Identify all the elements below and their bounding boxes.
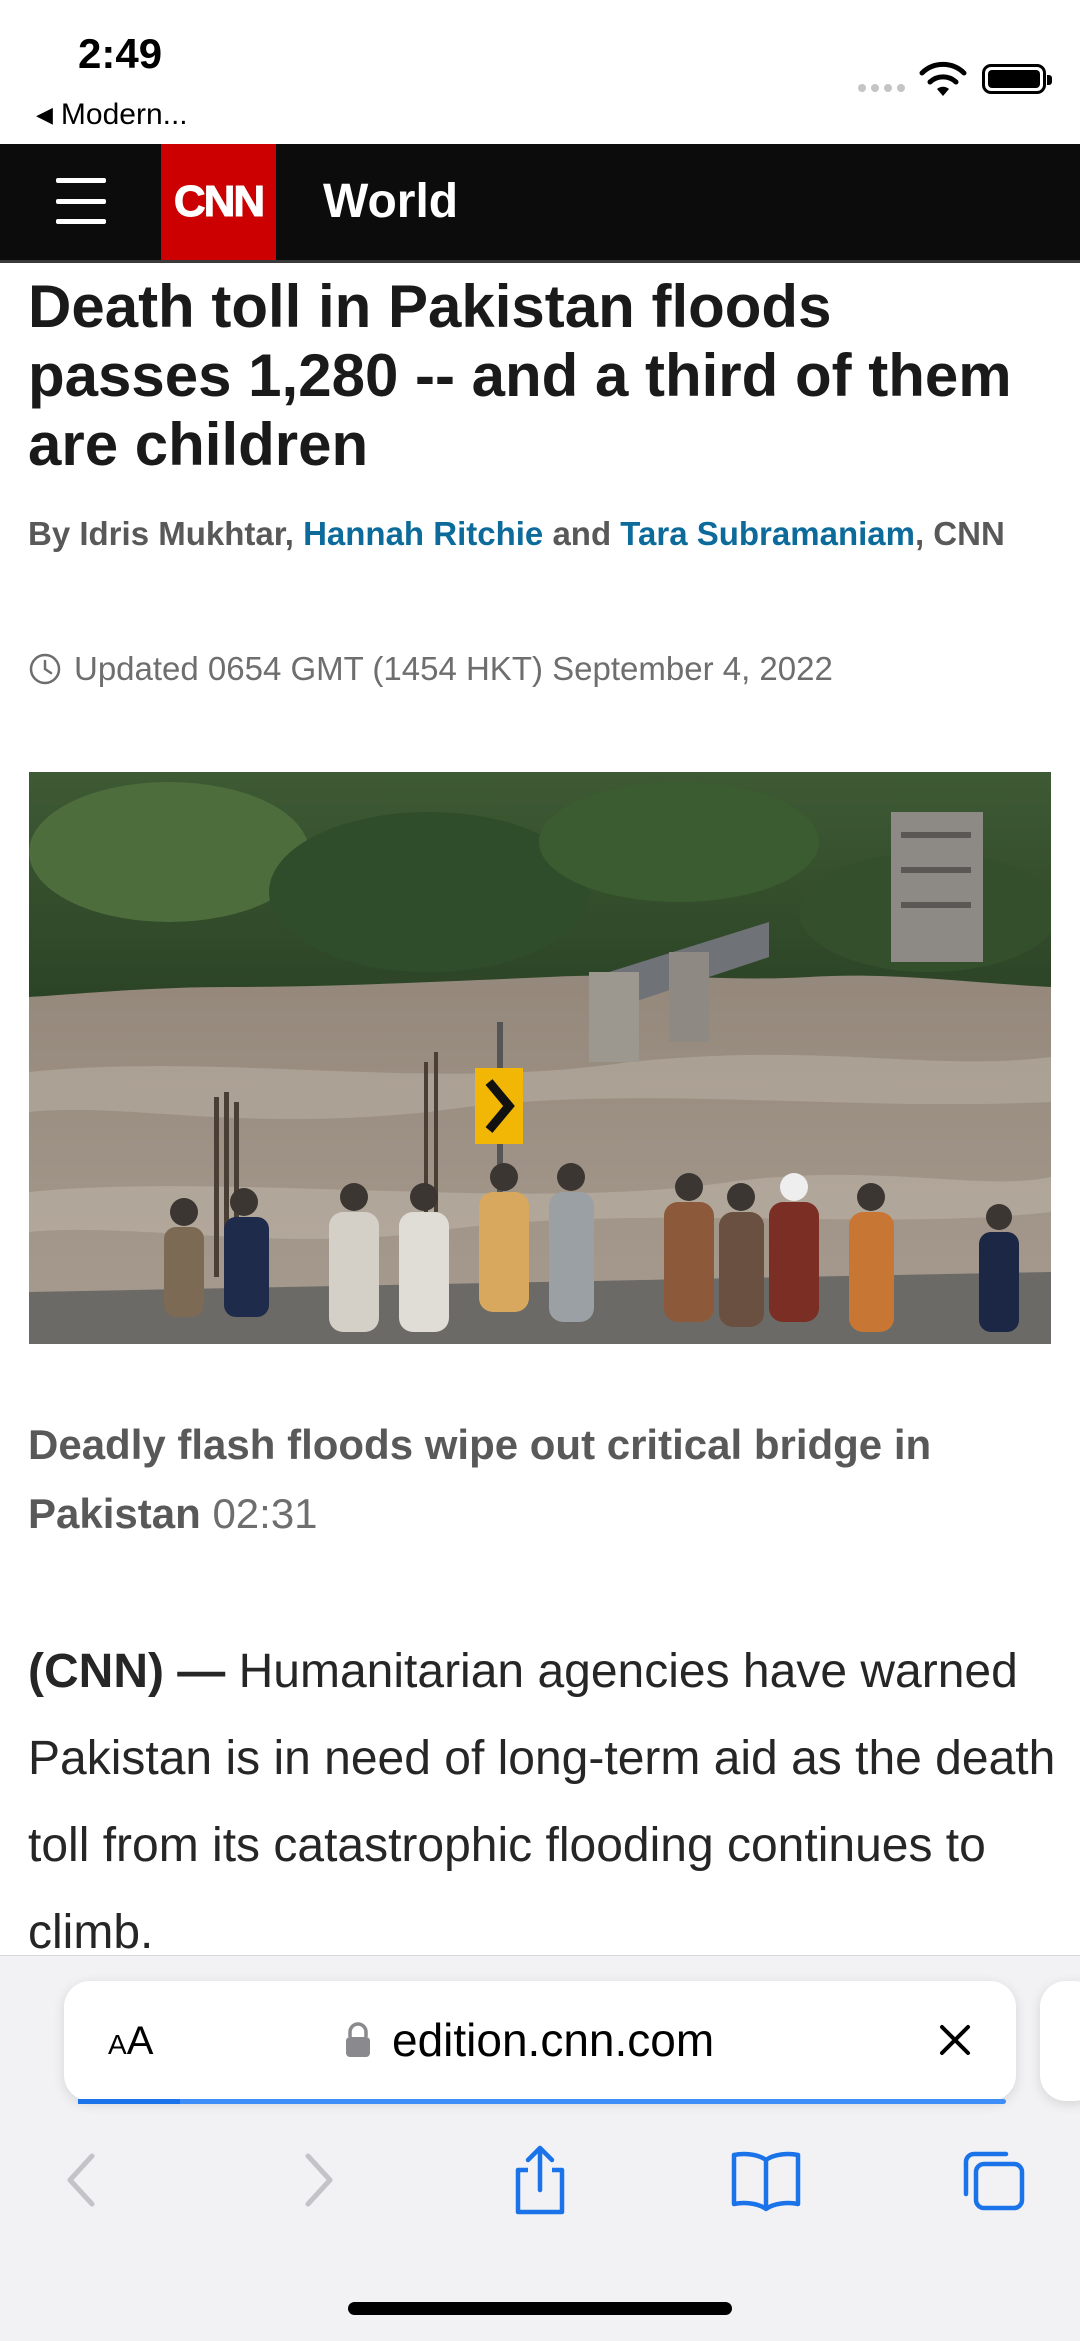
cellular-signal-icon	[858, 84, 905, 92]
author-link-hannah-ritchie[interactable]: Hannah Ritchie	[303, 515, 543, 552]
article-headline: Death toll in Pakistan floods passes 1,2…	[28, 273, 1012, 478]
author-link-tara-subramaniam[interactable]: Tara Subramaniam	[620, 515, 915, 552]
back-to-app-link[interactable]: ◀ Modern...	[36, 98, 188, 132]
article-body-paragraph: (CNN) — Humanitarian agencies have warne…	[28, 1628, 1058, 1976]
share-icon[interactable]	[500, 2140, 580, 2220]
menu-icon[interactable]	[56, 178, 106, 224]
video-duration: 02:31	[212, 1490, 318, 1537]
next-tab-preview[interactable]	[1040, 1981, 1080, 2101]
byline: By Idris Mukhtar, Hannah Ritchie and Tar…	[28, 508, 1048, 560]
status-bar: 2:49 ◀ Modern...	[0, 0, 1080, 144]
video-caption-title: Deadly flash floods wipe out critical br…	[28, 1421, 932, 1537]
flood-scene-image	[29, 772, 1051, 1344]
section-title[interactable]: World	[323, 174, 458, 229]
page-load-progress-fill	[78, 2099, 181, 2104]
video-caption[interactable]: Deadly flash floods wipe out critical br…	[28, 1410, 1048, 1548]
address-bar[interactable]: AA edition.cnn.com	[64, 1981, 1016, 2101]
tabs-icon[interactable]	[954, 2140, 1034, 2220]
clock-icon	[29, 653, 61, 685]
close-icon[interactable]	[930, 2015, 980, 2065]
url-text[interactable]: edition.cnn.com	[392, 2013, 714, 2067]
forward-icon[interactable]	[276, 2140, 356, 2220]
site-header: CNN World	[0, 144, 1080, 263]
cnn-logo[interactable]: CNN	[161, 144, 276, 260]
bookmarks-icon[interactable]	[726, 2140, 806, 2220]
updated-timestamp: Updated 0654 GMT (1454 HKT) September 4,…	[28, 650, 833, 688]
dateline: (CNN) —	[28, 1645, 226, 1698]
text-size-button[interactable]: AA	[108, 2019, 153, 2064]
back-triangle-icon: ◀	[36, 102, 53, 127]
home-indicator[interactable]	[348, 2302, 732, 2315]
lock-icon	[346, 2022, 370, 2057]
updated-text: Updated 0654 GMT (1454 HKT) September 4,…	[74, 650, 833, 687]
page-load-progress	[78, 2099, 1006, 2104]
byline-prefix: By Idris Mukhtar,	[28, 515, 304, 552]
wifi-icon	[919, 61, 967, 96]
byline-suffix: , CNN	[914, 515, 1005, 552]
cnn-logo-text: CNN	[173, 177, 265, 227]
battery-icon	[982, 64, 1052, 94]
status-time: 2:49	[78, 30, 163, 77]
byline-and: and	[543, 515, 621, 552]
back-icon[interactable]	[44, 2140, 124, 2220]
video-thumbnail[interactable]	[29, 772, 1051, 1344]
back-app-label: Modern...	[60, 98, 188, 131]
